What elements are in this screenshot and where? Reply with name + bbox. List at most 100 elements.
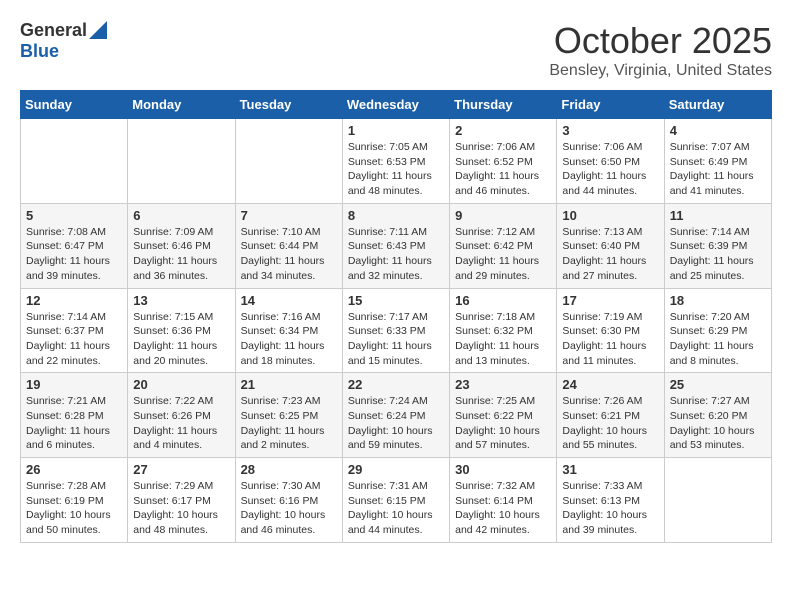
day-info: Sunrise: 7:11 AM Sunset: 6:43 PM Dayligh… [348, 225, 444, 284]
day-info: Sunrise: 7:26 AM Sunset: 6:21 PM Dayligh… [562, 394, 658, 453]
day-number: 23 [455, 377, 551, 392]
day-number: 7 [241, 208, 337, 223]
day-info: Sunrise: 7:33 AM Sunset: 6:13 PM Dayligh… [562, 479, 658, 538]
day-info: Sunrise: 7:24 AM Sunset: 6:24 PM Dayligh… [348, 394, 444, 453]
calendar-cell [128, 119, 235, 204]
day-number: 29 [348, 462, 444, 477]
weekday-header: Wednesday [342, 91, 449, 119]
day-info: Sunrise: 7:29 AM Sunset: 6:17 PM Dayligh… [133, 479, 229, 538]
day-number: 4 [670, 123, 766, 138]
calendar-cell: 12 Sunrise: 7:14 AM Sunset: 6:37 PM Dayli… [21, 288, 128, 373]
day-number: 6 [133, 208, 229, 223]
day-info: Sunrise: 7:30 AM Sunset: 6:16 PM Dayligh… [241, 479, 337, 538]
weekday-header: Tuesday [235, 91, 342, 119]
calendar-cell: 4 Sunrise: 7:07 AM Sunset: 6:49 PM Daylig… [664, 119, 771, 204]
calendar-cell: 3 Sunrise: 7:06 AM Sunset: 6:50 PM Daylig… [557, 119, 664, 204]
calendar-cell: 24Sunrise: 7:26 AM Sunset: 6:21 PM Dayli… [557, 373, 664, 458]
day-info: Sunrise: 7:05 AM Sunset: 6:53 PM Dayligh… [348, 140, 444, 199]
calendar-cell: 11 Sunrise: 7:14 AM Sunset: 6:39 PM Dayli… [664, 203, 771, 288]
day-info: Sunrise: 7:14 AM Sunset: 6:39 PM Dayligh… [670, 225, 766, 284]
logo-triangle-icon [89, 21, 107, 39]
weekday-header: Monday [128, 91, 235, 119]
weekday-header: Thursday [450, 91, 557, 119]
day-number: 31 [562, 462, 658, 477]
calendar-cell: 16 Sunrise: 7:18 AM Sunset: 6:32 PM Dayli… [450, 288, 557, 373]
day-number: 2 [455, 123, 551, 138]
calendar-cell: 17Sunrise: 7:19 AM Sunset: 6:30 PM Dayli… [557, 288, 664, 373]
calendar-table: SundayMondayTuesdayWednesdayThursdayFrid… [20, 90, 772, 543]
day-info: Sunrise: 7:15 AM Sunset: 6:36 PM Dayligh… [133, 310, 229, 369]
calendar-cell: 8Sunrise: 7:11 AM Sunset: 6:43 PM Daylig… [342, 203, 449, 288]
day-info: Sunrise: 7:17 AM Sunset: 6:33 PM Dayligh… [348, 310, 444, 369]
logo-blue: Blue [20, 41, 59, 61]
day-number: 27 [133, 462, 229, 477]
day-number: 10 [562, 208, 658, 223]
day-info: Sunrise: 7:18 AM Sunset: 6:32 PM Dayligh… [455, 310, 551, 369]
day-info: Sunrise: 7:21 AM Sunset: 6:28 PM Dayligh… [26, 394, 122, 453]
weekday-header: Friday [557, 91, 664, 119]
day-number: 30 [455, 462, 551, 477]
day-number: 16 [455, 293, 551, 308]
day-number: 28 [241, 462, 337, 477]
day-number: 11 [670, 208, 766, 223]
day-info: Sunrise: 7:25 AM Sunset: 6:22 PM Dayligh… [455, 394, 551, 453]
month-title: October 2025 [549, 20, 772, 62]
day-number: 17 [562, 293, 658, 308]
day-info: Sunrise: 7:13 AM Sunset: 6:40 PM Dayligh… [562, 225, 658, 284]
day-number: 12 [26, 293, 122, 308]
calendar-cell: 28 Sunrise: 7:30 AM Sunset: 6:16 PM Dayli… [235, 458, 342, 543]
day-info: Sunrise: 7:22 AM Sunset: 6:26 PM Dayligh… [133, 394, 229, 453]
day-number: 26 [26, 462, 122, 477]
calendar-cell: 2 Sunrise: 7:06 AM Sunset: 6:52 PM Daylig… [450, 119, 557, 204]
day-number: 15 [348, 293, 444, 308]
day-number: 1 [348, 123, 444, 138]
weekday-header-row: SundayMondayTuesdayWednesdayThursdayFrid… [21, 91, 772, 119]
day-info: Sunrise: 7:20 AM Sunset: 6:29 PM Dayligh… [670, 310, 766, 369]
day-number: 18 [670, 293, 766, 308]
calendar-cell: 1 Sunrise: 7:05 AM Sunset: 6:53 PM Daylig… [342, 119, 449, 204]
day-info: Sunrise: 7:14 AM Sunset: 6:37 PM Dayligh… [26, 310, 122, 369]
calendar-cell: 25 Sunrise: 7:27 AM Sunset: 6:20 PM Dayli… [664, 373, 771, 458]
day-info: Sunrise: 7:07 AM Sunset: 6:49 PM Dayligh… [670, 140, 766, 199]
day-info: Sunrise: 7:27 AM Sunset: 6:20 PM Dayligh… [670, 394, 766, 453]
logo: General Blue [20, 20, 107, 62]
weekday-header: Saturday [664, 91, 771, 119]
calendar-week-row: 1 Sunrise: 7:05 AM Sunset: 6:53 PM Daylig… [21, 119, 772, 204]
day-info: Sunrise: 7:16 AM Sunset: 6:34 PM Dayligh… [241, 310, 337, 369]
day-number: 20 [133, 377, 229, 392]
calendar-cell: 26Sunrise: 7:28 AM Sunset: 6:19 PM Dayli… [21, 458, 128, 543]
calendar-cell [235, 119, 342, 204]
day-number: 25 [670, 377, 766, 392]
calendar-week-row: 5Sunrise: 7:08 AM Sunset: 6:47 PM Daylig… [21, 203, 772, 288]
day-number: 9 [455, 208, 551, 223]
day-info: Sunrise: 7:06 AM Sunset: 6:50 PM Dayligh… [562, 140, 658, 199]
day-info: Sunrise: 7:06 AM Sunset: 6:52 PM Dayligh… [455, 140, 551, 199]
day-number: 21 [241, 377, 337, 392]
day-number: 3 [562, 123, 658, 138]
calendar-cell: 23 Sunrise: 7:25 AM Sunset: 6:22 PM Dayli… [450, 373, 557, 458]
calendar-cell: 21 Sunrise: 7:23 AM Sunset: 6:25 PM Dayli… [235, 373, 342, 458]
day-info: Sunrise: 7:32 AM Sunset: 6:14 PM Dayligh… [455, 479, 551, 538]
calendar-cell: 13 Sunrise: 7:15 AM Sunset: 6:36 PM Dayli… [128, 288, 235, 373]
calendar-cell: 19 Sunrise: 7:21 AM Sunset: 6:28 PM Dayli… [21, 373, 128, 458]
calendar-cell: 22 Sunrise: 7:24 AM Sunset: 6:24 PM Dayli… [342, 373, 449, 458]
calendar-cell: 10 Sunrise: 7:13 AM Sunset: 6:40 PM Dayli… [557, 203, 664, 288]
calendar-cell: 5Sunrise: 7:08 AM Sunset: 6:47 PM Daylig… [21, 203, 128, 288]
day-info: Sunrise: 7:08 AM Sunset: 6:47 PM Dayligh… [26, 225, 122, 284]
day-info: Sunrise: 7:23 AM Sunset: 6:25 PM Dayligh… [241, 394, 337, 453]
day-number: 13 [133, 293, 229, 308]
calendar-cell [664, 458, 771, 543]
day-number: 19 [26, 377, 122, 392]
calendar-cell: 30 Sunrise: 7:32 AM Sunset: 6:14 PM Dayli… [450, 458, 557, 543]
calendar-cell: 14Sunrise: 7:16 AM Sunset: 6:34 PM Dayli… [235, 288, 342, 373]
calendar-cell: 15 Sunrise: 7:17 AM Sunset: 6:33 PM Dayli… [342, 288, 449, 373]
day-info: Sunrise: 7:09 AM Sunset: 6:46 PM Dayligh… [133, 225, 229, 284]
page-header: General Blue October 2025 Bensley, Virgi… [20, 20, 772, 80]
day-info: Sunrise: 7:10 AM Sunset: 6:44 PM Dayligh… [241, 225, 337, 284]
calendar-cell: 29Sunrise: 7:31 AM Sunset: 6:15 PM Dayli… [342, 458, 449, 543]
day-number: 22 [348, 377, 444, 392]
title-block: October 2025 Bensley, Virginia, United S… [549, 20, 772, 80]
location-subtitle: Bensley, Virginia, United States [549, 62, 772, 80]
calendar-week-row: 12 Sunrise: 7:14 AM Sunset: 6:37 PM Dayli… [21, 288, 772, 373]
calendar-week-row: 19 Sunrise: 7:21 AM Sunset: 6:28 PM Dayli… [21, 373, 772, 458]
